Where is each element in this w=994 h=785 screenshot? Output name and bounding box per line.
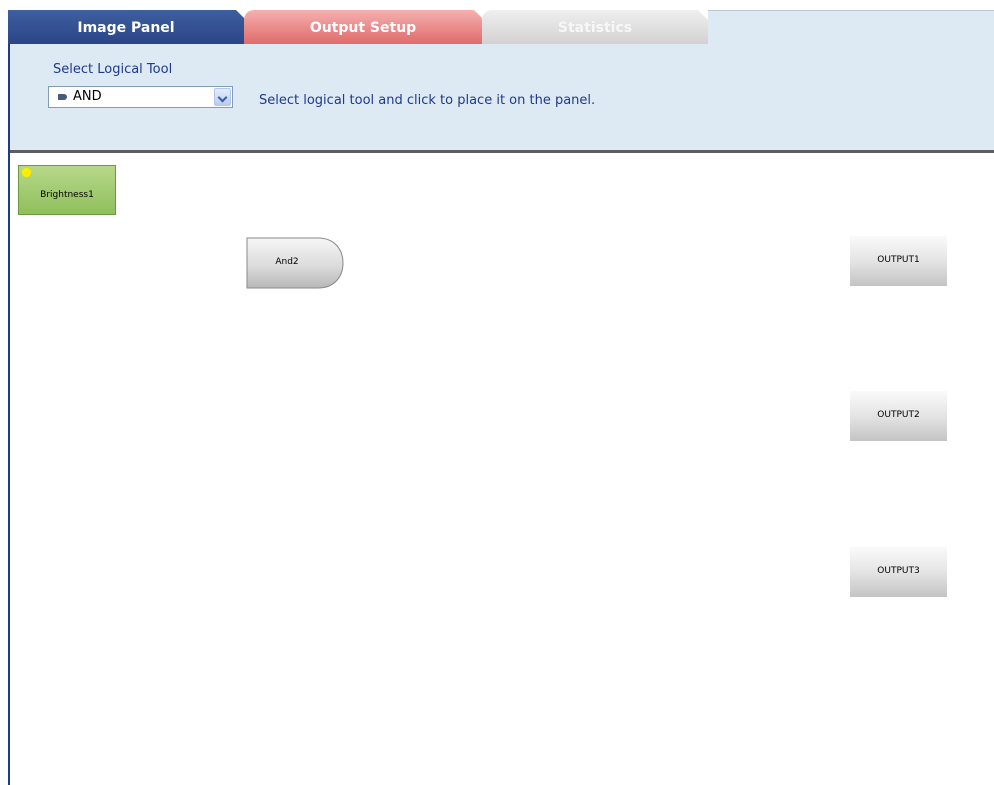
tab-statistics[interactable]: Statistics (482, 10, 708, 44)
brightness-node[interactable]: Brightness1 (18, 165, 116, 215)
app-window: Image Panel Output Setup Statistics Sele… (0, 0, 994, 785)
output-node-2[interactable]: OUTPUT2 (850, 391, 947, 441)
logical-tool-select-value: AND (73, 89, 102, 104)
tab-strip: Image Panel Output Setup Statistics (8, 10, 994, 44)
tool-panel: Select Logical Tool AND Select logical t… (10, 44, 994, 153)
output-node-1[interactable]: OUTPUT1 (850, 236, 947, 286)
chevron-down-icon[interactable] (214, 88, 231, 106)
tab-output-setup[interactable]: Output Setup (244, 10, 482, 44)
output-node-2-label: OUTPUT2 (877, 410, 920, 420)
and-gate-node-label: And2 (275, 257, 299, 267)
logical-tool-select[interactable]: AND (48, 86, 233, 108)
tab-output-setup-label: Output Setup (309, 20, 417, 36)
and-gate-icon (58, 94, 67, 100)
brightness-node-label: Brightness1 (40, 190, 94, 200)
tab-strip-filler (708, 10, 994, 44)
select-tool-label: Select Logical Tool (53, 62, 173, 77)
tab-image-panel[interactable]: Image Panel (8, 10, 244, 44)
tab-image-panel-label: Image Panel (77, 20, 175, 36)
tool-hint-text: Select logical tool and click to place i… (259, 93, 596, 108)
output-node-1-label: OUTPUT1 (877, 255, 920, 265)
output-node-3[interactable]: OUTPUT3 (850, 547, 947, 597)
light-bulb-icon (22, 168, 31, 177)
output-node-3-label: OUTPUT3 (877, 566, 920, 576)
and-gate-node[interactable]: And2 (246, 237, 344, 289)
tab-statistics-label: Statistics (557, 20, 633, 36)
